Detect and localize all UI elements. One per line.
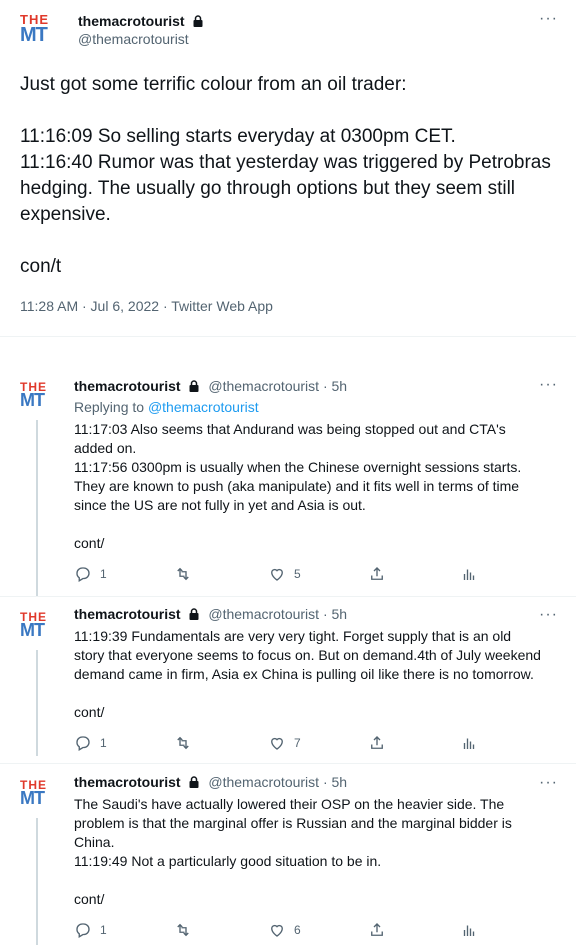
reply-count: 1 xyxy=(100,567,107,581)
share-icon xyxy=(371,567,383,580)
handle[interactable]: @themacrotourist · 5h xyxy=(208,378,347,394)
reply-count: 1 xyxy=(100,736,107,750)
like-icon xyxy=(271,568,283,581)
handle[interactable]: @themacrotourist xyxy=(78,31,189,47)
action-bar: 1 7 xyxy=(74,734,504,754)
like-icon xyxy=(271,737,283,750)
reply-tweet[interactable]: THE MT themacrotourist @themacrotourist … xyxy=(0,606,576,756)
display-name[interactable]: themacrotourist xyxy=(74,378,181,394)
reply-button[interactable]: 1 xyxy=(74,921,107,939)
more-icon[interactable]: ··· xyxy=(539,376,558,394)
retweet-icon xyxy=(177,923,189,937)
tweet-timestamp[interactable]: 11:28 AM · Jul 6, 2022 · Twitter Web App xyxy=(20,298,273,314)
like-icon xyxy=(271,924,283,937)
display-name[interactable]: themacrotourist xyxy=(74,774,181,790)
tweet-text: Just got some terrific colour from an oi… xyxy=(20,74,551,277)
replying-to-link[interactable]: @themacrotourist xyxy=(148,399,259,415)
like-count: 5 xyxy=(294,567,301,581)
tweet-text: 11:19:39 Fundamentals are very very tigh… xyxy=(74,628,541,720)
reply-icon xyxy=(76,923,90,938)
lock-icon xyxy=(189,776,199,788)
analytics-button[interactable] xyxy=(460,734,478,752)
divider xyxy=(0,596,576,597)
display-name[interactable]: themacrotourist xyxy=(74,606,181,622)
divider xyxy=(0,336,576,337)
reply-icon xyxy=(76,736,90,751)
thread-line xyxy=(36,650,38,756)
analytics-button[interactable] xyxy=(460,921,478,939)
analytics-button[interactable] xyxy=(460,565,478,583)
like-count: 7 xyxy=(294,736,301,750)
lock-icon xyxy=(189,380,199,392)
retweet-icon xyxy=(177,567,189,581)
reply-count: 1 xyxy=(100,923,107,937)
reply-icon xyxy=(76,567,90,582)
reply-button[interactable]: 1 xyxy=(74,734,107,752)
reply-tweet[interactable]: THE MT themacrotourist @themacrotourist … xyxy=(0,376,576,596)
avatar[interactable]: THE MT xyxy=(20,610,56,646)
more-icon[interactable]: ··· xyxy=(539,10,558,28)
avatar[interactable]: THE MT xyxy=(20,778,56,814)
handle[interactable]: @themacrotourist · 5h xyxy=(208,774,347,790)
avatar[interactable]: THE MT xyxy=(20,380,56,416)
like-button[interactable]: 7 xyxy=(268,734,301,752)
tweet-text: The Saudi's have actually lowered their … xyxy=(74,796,512,907)
reply-button[interactable]: 1 xyxy=(74,565,107,583)
more-icon[interactable]: ··· xyxy=(539,774,558,792)
avatar[interactable]: THE MT xyxy=(20,12,62,54)
lock-icon xyxy=(189,608,199,620)
display-name[interactable]: themacrotourist xyxy=(78,13,204,29)
thread-line xyxy=(36,818,38,945)
like-count: 6 xyxy=(294,923,301,937)
analytics-icon xyxy=(463,925,475,936)
retweet-button[interactable] xyxy=(174,921,192,939)
analytics-icon xyxy=(463,569,475,580)
thread-line xyxy=(36,420,38,596)
reply-header: themacrotourist @themacrotourist · 5h xyxy=(74,606,347,622)
action-bar: 1 6 xyxy=(74,921,504,941)
like-button[interactable]: 6 xyxy=(268,921,301,939)
divider xyxy=(0,763,576,764)
retweet-button[interactable] xyxy=(174,565,192,583)
share-button[interactable] xyxy=(368,565,386,583)
retweet-button[interactable] xyxy=(174,734,192,752)
handle[interactable]: @themacrotourist · 5h xyxy=(208,606,347,622)
replying-to: Replying to @themacrotourist xyxy=(74,399,259,415)
share-button[interactable] xyxy=(368,734,386,752)
reply-header: themacrotourist @themacrotourist · 5h xyxy=(74,774,347,790)
tweet-text: 11:17:03 Also seems that Andurand was be… xyxy=(74,421,522,551)
share-button[interactable] xyxy=(368,921,386,939)
retweet-icon xyxy=(177,736,189,750)
action-bar: 1 5 xyxy=(74,565,504,585)
like-button[interactable]: 5 xyxy=(268,565,301,583)
reply-tweet[interactable]: THE MT themacrotourist @themacrotourist … xyxy=(0,774,576,945)
share-icon xyxy=(371,923,383,936)
display-name-text: themacrotourist xyxy=(78,13,185,29)
analytics-icon xyxy=(463,738,475,749)
lock-icon xyxy=(193,15,203,27)
share-icon xyxy=(371,736,383,749)
more-icon[interactable]: ··· xyxy=(539,606,558,624)
reply-header: themacrotourist @themacrotourist · 5h xyxy=(74,378,347,394)
